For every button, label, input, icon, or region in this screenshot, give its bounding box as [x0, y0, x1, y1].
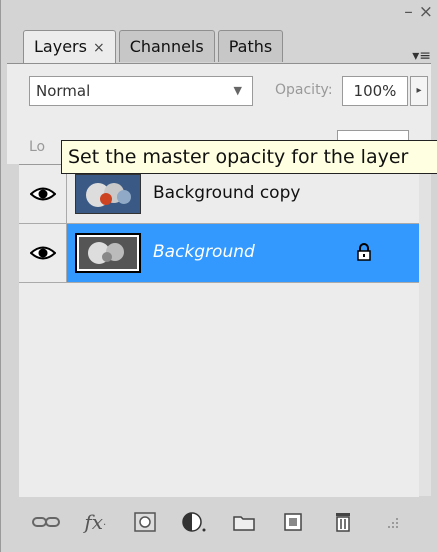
opacity-slider-button[interactable]: ▸ — [410, 76, 428, 106]
layer-name: Background — [153, 242, 255, 262]
link-layers-icon[interactable] — [31, 507, 61, 537]
adjustment-layer-icon[interactable] — [179, 507, 209, 537]
blend-mode-select[interactable]: Normal ▼ — [29, 76, 253, 106]
scrollbar[interactable] — [419, 164, 431, 496]
layer-style-fx-icon[interactable]: fx. — [80, 507, 110, 537]
close-icon[interactable]: × — [419, 2, 433, 22]
delete-layer-trash-icon[interactable] — [328, 507, 358, 537]
layers-list: Background copy Background — [19, 164, 419, 497]
tab-layers[interactable]: Layers × — [23, 30, 116, 64]
layer-mask-icon[interactable] — [130, 507, 160, 537]
window-controls: – × — [404, 2, 433, 22]
layers-panel: – × Layers × Channels Paths ▾≡ Normal ▼ O… — [0, 0, 437, 552]
tab-label: Paths — [228, 37, 273, 56]
layer-thumbnail — [75, 233, 141, 273]
eye-icon — [29, 246, 56, 260]
minimize-icon[interactable]: – — [404, 2, 413, 22]
panel-menu-icon[interactable]: ▾≡ — [412, 48, 431, 64]
new-group-folder-icon[interactable] — [229, 507, 259, 537]
lock-label: Lo — [29, 139, 46, 155]
blend-mode-value: Normal — [36, 82, 91, 100]
panel-tabs: Layers × Channels Paths — [23, 30, 284, 64]
lock-icon — [357, 243, 371, 261]
visibility-toggle[interactable] — [19, 165, 67, 223]
tab-channels[interactable]: Channels — [118, 30, 215, 62]
tab-close-icon[interactable]: × — [93, 40, 105, 56]
layer-row-selected[interactable]: Background — [19, 224, 419, 283]
tab-paths[interactable]: Paths — [217, 30, 284, 62]
tab-label: Layers — [34, 37, 87, 56]
layers-toolbar: fx. — [7, 500, 431, 544]
layer-name: Background copy — [153, 183, 301, 203]
layer-thumbnail — [75, 174, 141, 214]
tooltip: Set the master opacity for the layer — [61, 140, 437, 174]
resize-grip-icon[interactable] — [377, 507, 407, 537]
eye-icon — [29, 187, 56, 201]
tab-label: Channels — [129, 37, 204, 56]
opacity-label: Opacity: — [275, 82, 333, 98]
chevron-down-icon: ▼ — [233, 84, 242, 97]
new-layer-icon[interactable] — [278, 507, 308, 537]
visibility-toggle[interactable] — [19, 224, 67, 282]
opacity-input[interactable]: 100% — [342, 76, 408, 106]
